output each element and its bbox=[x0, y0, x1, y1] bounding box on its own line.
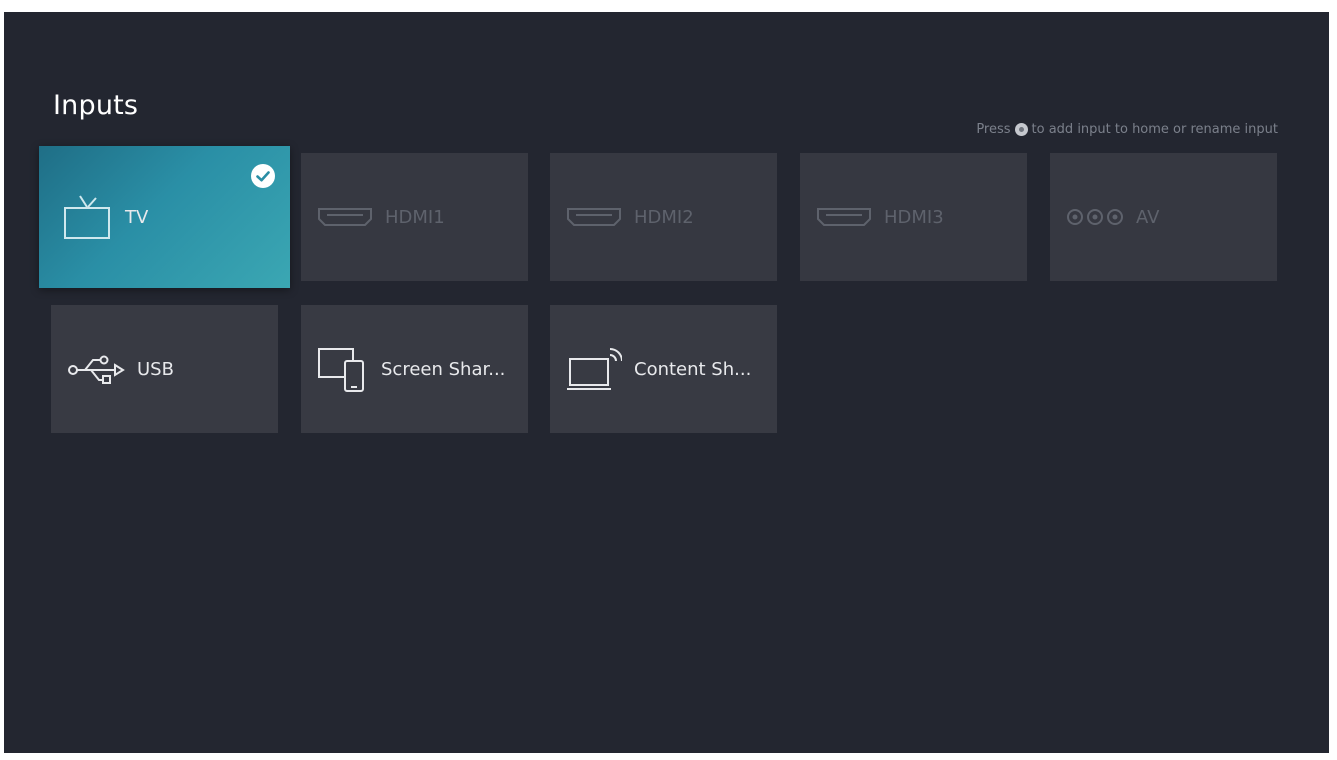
input-label-content-share: Content Sh... bbox=[634, 358, 752, 380]
input-tile-av[interactable]: AV bbox=[1050, 153, 1277, 281]
content-share-icon bbox=[566, 345, 622, 393]
input-tile-hdmi3[interactable]: HDMI3 bbox=[800, 153, 1027, 281]
hdmi-icon bbox=[816, 206, 872, 228]
av-connector-icon bbox=[1066, 208, 1124, 226]
input-label-usb: USB bbox=[137, 358, 174, 380]
input-tile-hdmi1[interactable]: HDMI1 bbox=[301, 153, 528, 281]
usb-icon bbox=[67, 353, 125, 385]
hint-suffix: to add input to home or rename input bbox=[1031, 122, 1278, 137]
input-label-av: AV bbox=[1136, 206, 1160, 228]
input-tile-usb[interactable]: USB bbox=[51, 305, 278, 433]
input-label-hdmi1: HDMI1 bbox=[385, 206, 445, 228]
input-label-tv: TV bbox=[125, 206, 149, 228]
input-label-hdmi3: HDMI3 bbox=[884, 206, 944, 228]
input-tile-content-share[interactable]: Content Sh... bbox=[550, 305, 777, 433]
input-label-hdmi2: HDMI2 bbox=[634, 206, 694, 228]
remote-options-button-icon bbox=[1014, 123, 1028, 136]
page-title: Inputs bbox=[53, 90, 139, 121]
hint-prefix: Press bbox=[976, 122, 1011, 137]
hdmi-icon bbox=[566, 206, 622, 228]
screen-share-icon bbox=[317, 345, 369, 393]
hint-text: Press to add input to home or rename inp… bbox=[976, 122, 1278, 137]
input-tile-tv[interactable]: TV bbox=[39, 146, 290, 288]
tv-icon bbox=[63, 194, 113, 240]
hdmi-icon bbox=[317, 206, 373, 228]
input-tile-screen-share[interactable]: Screen Shar... bbox=[301, 305, 528, 433]
check-icon bbox=[251, 164, 275, 188]
inputs-screen: Inputs Press to add input to home or ren… bbox=[4, 12, 1329, 753]
input-label-screen-share: Screen Shar... bbox=[381, 358, 506, 380]
input-tile-hdmi2[interactable]: HDMI2 bbox=[550, 153, 777, 281]
